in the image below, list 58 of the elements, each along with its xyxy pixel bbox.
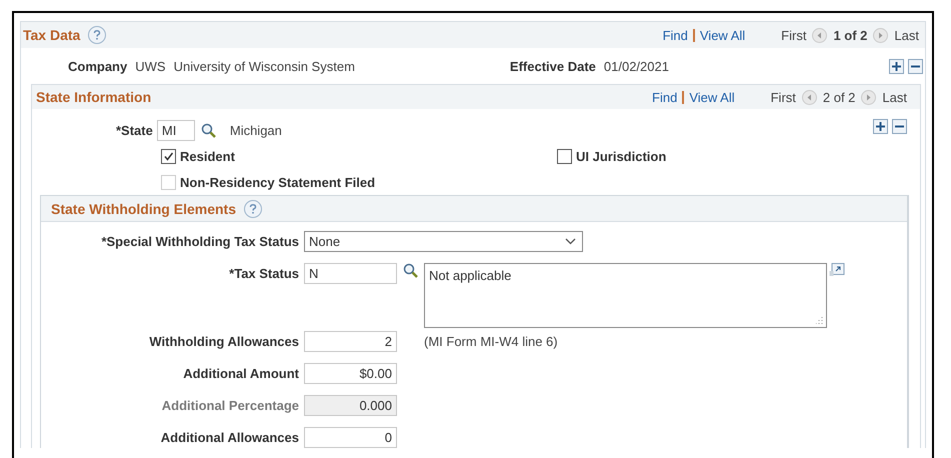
field-label: Effective Date [510, 58, 596, 74]
field-value: 01/02/2021 [604, 58, 669, 74]
search-icon[interactable] [403, 263, 418, 278]
state-name: Michigan [230, 122, 282, 138]
field-label: Additional Allowances [160, 429, 299, 447]
next-icon[interactable] [861, 90, 876, 104]
last-link[interactable]: Last [894, 28, 919, 42]
checkbox-label: Non-Residency Statement Filed [180, 174, 376, 190]
number-input: 0.000 [304, 395, 397, 416]
delete-row-button[interactable] [908, 58, 923, 74]
number-input[interactable]: 2 [304, 331, 397, 352]
field-value: UWS [135, 58, 166, 74]
find-link[interactable]: Find [652, 90, 678, 104]
field-label: Withholding Allowances [148, 333, 299, 351]
help-icon[interactable] [244, 200, 262, 218]
description-textarea[interactable]: Not applicable [424, 263, 827, 328]
field-label: *Tax Status [228, 265, 299, 283]
last-link[interactable]: Last [882, 90, 907, 104]
checkbox[interactable] [161, 148, 176, 164]
check-icon [163, 150, 174, 162]
page-counter: 2 of 2 [822, 90, 856, 104]
previous-icon[interactable] [802, 90, 817, 104]
plus-icon [876, 122, 885, 131]
section-title: State Withholding Elements [51, 200, 236, 216]
resize-grip-icon [816, 317, 823, 324]
field-label: Additional Amount [182, 365, 299, 383]
next-icon[interactable] [873, 28, 888, 42]
chevron-down-icon [565, 238, 576, 245]
field-label: *State [116, 122, 153, 138]
note-text: (MI Form MI-W4 line 6) [424, 334, 558, 349]
field-value: University of Wisconsin System [174, 58, 355, 74]
tax-status-input[interactable]: N [304, 263, 397, 284]
field-label: Company [68, 58, 128, 74]
number-input[interactable]: $0.00 [304, 363, 397, 384]
delete-row-button[interactable] [892, 119, 907, 134]
search-icon[interactable] [200, 122, 216, 138]
first-link[interactable]: First [781, 28, 806, 42]
plus-icon [892, 62, 901, 70]
checkbox-label: Resident [180, 148, 235, 164]
previous-icon[interactable] [812, 28, 828, 42]
page-counter: 1 of 2 [833, 28, 868, 42]
help-icon[interactable] [88, 26, 106, 44]
state-input[interactable]: MI [156, 120, 195, 140]
section-title: State Information [36, 89, 152, 105]
add-row-button[interactable] [873, 119, 888, 134]
checkbox-label: UI Jurisdiction [576, 148, 666, 164]
view-all-link[interactable]: View All [700, 28, 746, 42]
view-all-link[interactable]: View All [689, 90, 735, 104]
section-title: Tax Data [23, 27, 80, 43]
field-label: *Special Withholding Tax Status [100, 233, 299, 251]
expand-icon[interactable] [829, 263, 845, 277]
add-row-button[interactable] [889, 58, 904, 74]
number-input[interactable]: 0 [304, 427, 397, 448]
find-link[interactable]: Find [662, 28, 688, 42]
field-label: Additional Percentage [160, 397, 299, 415]
checkbox[interactable] [557, 148, 572, 164]
first-link[interactable]: First [770, 90, 796, 104]
tax-status-dropdown[interactable]: None [304, 231, 583, 252]
